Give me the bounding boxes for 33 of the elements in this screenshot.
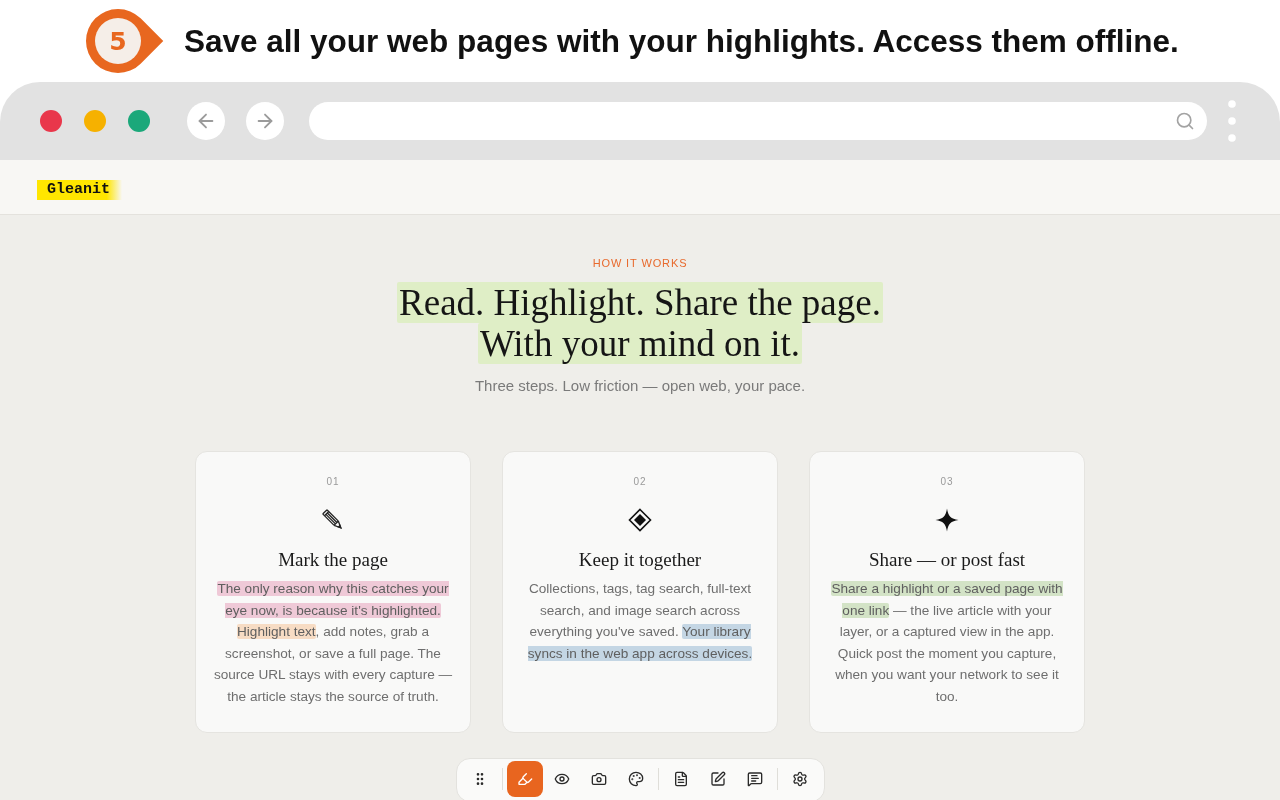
window-control-dot-icon[interactable] <box>128 110 150 132</box>
step-badge-number: 5 <box>95 18 141 64</box>
banner-title: Save all your web pages with your highlights. Access them offline. <box>184 22 1179 60</box>
step-description: Collections, tags, tag search, full-text search, and image search across everything you've saved. Your library syncs in the web app across devices. <box>526 580 754 663</box>
address-field[interactable] <box>309 102 1207 140</box>
step-title: Keep it together <box>578 548 702 572</box>
search-icon[interactable] <box>1175 111 1195 131</box>
step-description: The only reason why this catches your eye now, is because it's highlighted. Highlight text, add notes, grab a screenshot, or save a full page. The source URL stays with every capture — the article stays the source of truth. <box>213 580 453 706</box>
headline: Read. Highlight. Share the page. With your mind on it. <box>397 282 883 364</box>
step-number: 01 <box>326 475 340 489</box>
forward-button[interactable] <box>246 102 284 140</box>
settings-icon <box>791 771 808 787</box>
comment-icon <box>746 771 763 787</box>
highlighter-icon <box>516 771 533 787</box>
diamond-icon <box>628 508 652 532</box>
window-control-dot-icon[interactable] <box>40 110 62 132</box>
step-title: Mark the page <box>278 548 388 572</box>
step-description: Share a highlight or a saved page with one link — the live article with your layer, or a captured view in the app. Quick post the moment you capture, when you want your network to see it too. <box>830 580 1064 706</box>
sparkle-icon <box>935 508 959 532</box>
step-number: 02 <box>633 475 647 489</box>
camera-icon <box>590 771 607 787</box>
step-number: 03 <box>940 475 954 489</box>
back-button[interactable] <box>187 102 225 140</box>
logo[interactable]: Gleanit <box>37 180 122 200</box>
eye-icon <box>553 771 570 787</box>
edit-icon <box>709 771 726 787</box>
pencil-icon <box>321 508 345 532</box>
subtitle: Three steps. Low friction — open web, your pace. <box>474 376 806 396</box>
step-title: Share — or post fast <box>868 548 1026 572</box>
palette-icon <box>627 771 644 787</box>
window-control-dot-icon[interactable] <box>84 110 106 132</box>
document-icon <box>672 771 689 787</box>
section-label: HOW IT WORKS <box>592 257 688 269</box>
